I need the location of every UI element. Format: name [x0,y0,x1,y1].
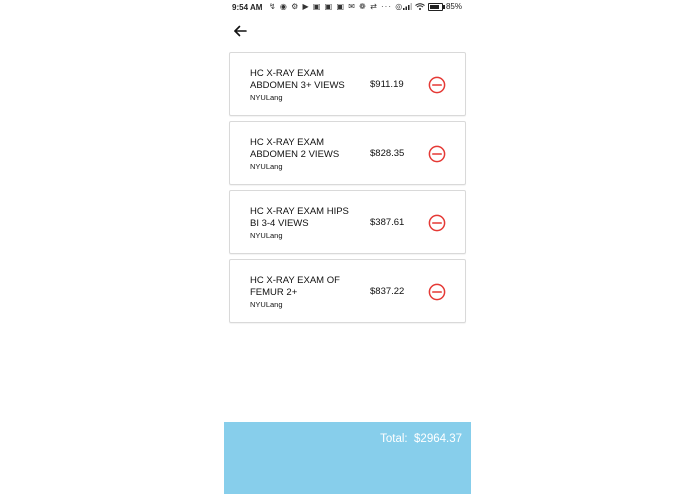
cart-item-card: HC X-RAY EXAM ABDOMEN 2 VIEWS NYULang $8… [229,121,466,185]
arrow-left-icon [234,25,247,37]
total-bar: Total: $2964.37 [224,422,471,494]
cart-item-list: HC X-RAY EXAM ABDOMEN 3+ VIEWS NYULang $… [229,52,466,328]
total-label: Total: [380,433,408,445]
remove-item-button[interactable] [428,283,446,301]
item-price: $837.22 [370,286,405,297]
status-time: 9:54 AM [232,3,263,12]
item-name: HC X-RAY EXAM HIPS BI 3-4 VIEWS [250,206,349,229]
minus-circle-icon [428,283,446,301]
app-screen: 9:54 AM ↯ ◉ ⚙ ▶ ▣ ▣ ▣ ✉ ❁ ⇄ ··· ◎ 85% HC… [224,0,471,494]
cart-item-card: HC X-RAY EXAM ABDOMEN 3+ VIEWS NYULang $… [229,52,466,116]
item-provider: NYULang [250,162,283,171]
remove-item-button[interactable] [428,214,446,232]
notification-icons: ↯ ◉ ⚙ ▶ ▣ ▣ ▣ ✉ ❁ ⇄ ··· ◎ [269,2,404,11]
wifi-icon [415,3,425,10]
status-right: 85% [402,2,462,11]
minus-circle-icon [428,214,446,232]
item-provider: NYULang [250,93,283,102]
back-button[interactable] [231,22,249,40]
item-price: $911.19 [370,79,404,90]
battery-icon [427,2,445,11]
item-price: $828.35 [370,148,405,159]
remove-item-button[interactable] [428,145,446,163]
status-bar: 9:54 AM ↯ ◉ ⚙ ▶ ▣ ▣ ▣ ✉ ❁ ⇄ ··· ◎ 85% [224,0,471,16]
item-provider: NYULang [250,231,283,240]
cart-item-card: HC X-RAY EXAM OF FEMUR 2+ NYULang $837.2… [229,259,466,323]
signal-icon [402,3,412,10]
item-price: $387.61 [370,217,405,228]
cart-item-card: HC X-RAY EXAM HIPS BI 3-4 VIEWS NYULang … [229,190,466,254]
minus-circle-icon [428,145,446,163]
total-value: $2964.37 [414,433,462,445]
remove-item-button[interactable] [428,76,446,94]
item-name: HC X-RAY EXAM ABDOMEN 2 VIEWS [250,137,340,160]
order-total: Total: $2964.37 [380,433,462,445]
battery-percent: 85% [445,2,462,11]
item-name: HC X-RAY EXAM ABDOMEN 3+ VIEWS [250,68,345,91]
minus-circle-icon [428,76,446,94]
item-name: HC X-RAY EXAM OF FEMUR 2+ [250,275,340,298]
item-provider: NYULang [250,300,283,309]
